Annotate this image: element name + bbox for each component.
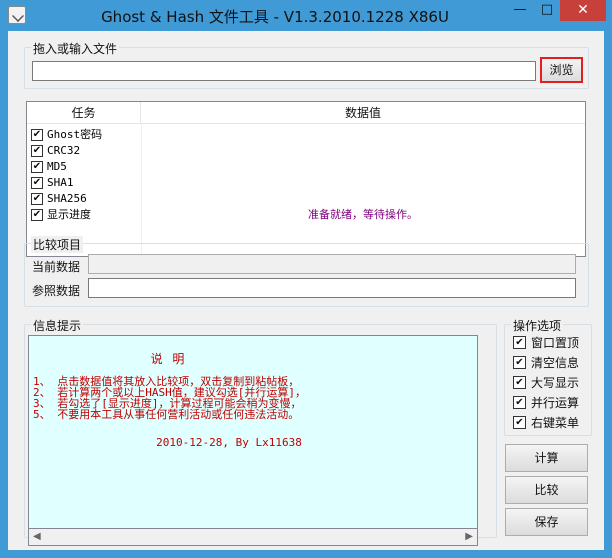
- window-title: Ghost & Hash 文件工具 - V1.3.2010.1228 X86U: [101, 8, 449, 26]
- hash-row-name: 显示进度: [47, 208, 91, 221]
- hash-row-sha256[interactable]: ✔ SHA256: [27, 191, 585, 207]
- reference-data-label: 参照数据: [32, 284, 81, 298]
- title-bar[interactable]: Ghost & Hash 文件工具 - V1.3.2010.1228 X86U …: [0, 0, 612, 31]
- info-date: 2010-12-28, By Lx11638: [156, 436, 302, 449]
- hash-list: 任务 数据值 ✔ Ghost密码 ✔ CRC32 ✔ MD5 ✔ SHA1 ✔ …: [26, 101, 586, 257]
- hash-row-name: SHA1: [47, 176, 74, 189]
- compare-button[interactable]: 比较: [505, 476, 588, 504]
- info-horizontal-scrollbar[interactable]: ◀ ▶: [28, 529, 478, 546]
- calculate-button[interactable]: 计算: [505, 444, 588, 472]
- app-window: Ghost & Hash 文件工具 - V1.3.2010.1228 X86U …: [0, 0, 612, 558]
- current-data-label: 当前数据: [32, 260, 81, 274]
- hash-row-name: Ghost密码: [47, 128, 103, 141]
- scroll-right-icon[interactable]: ▶: [465, 531, 473, 542]
- hash-list-header: 任务 数据值: [27, 102, 585, 124]
- compare-group-label: 比较项目: [31, 236, 84, 253]
- option-checkbox[interactable]: ✔: [513, 376, 526, 389]
- minimize-button[interactable]: —: [506, 0, 534, 21]
- info-textbox[interactable]: 说 明 1、 点击数据值将其放入比较项，双击复制到粘帖板， 2、 若计算两个或以…: [28, 335, 478, 529]
- hash-row-checkbox[interactable]: ✔: [31, 129, 43, 141]
- close-button[interactable]: ✕: [560, 0, 606, 21]
- hash-row-crc32[interactable]: ✔ CRC32: [27, 143, 585, 159]
- client-area: 拖入或输入文件 浏览 任务 数据值 ✔ Ghost密码 ✔ CRC32 ✔ MD…: [8, 31, 604, 550]
- option-label: 大写显示: [531, 376, 580, 390]
- hash-row-checkbox[interactable]: ✔: [31, 209, 43, 221]
- option-label: 清空信息: [531, 356, 580, 370]
- hash-row-checkbox[interactable]: ✔: [31, 177, 43, 189]
- hash-row-name: MD5: [47, 160, 67, 173]
- option-label: 右键菜单: [531, 416, 580, 430]
- browse-button[interactable]: 浏览: [540, 57, 583, 83]
- hash-row-name: SHA256: [47, 192, 87, 205]
- hash-row-name: CRC32: [47, 144, 81, 157]
- reference-data-input[interactable]: [88, 278, 576, 298]
- info-title: 说 明: [150, 352, 188, 366]
- info-line: 5、 不要用本工具从事任何营利活动或任何违法活动。: [33, 408, 300, 421]
- file-path-input[interactable]: [32, 61, 536, 81]
- option-label: 窗口置顶: [531, 336, 580, 350]
- hash-row-checkbox[interactable]: ✔: [31, 193, 43, 205]
- header-value[interactable]: 数据值: [141, 102, 585, 124]
- hash-row-md5[interactable]: ✔ MD5: [27, 159, 585, 175]
- option-checkbox[interactable]: ✔: [513, 356, 526, 369]
- info-group-label: 信息提示: [31, 317, 84, 334]
- hash-row-checkbox[interactable]: ✔: [31, 161, 43, 173]
- option-label: 并行运算: [531, 396, 580, 410]
- options-group-label: 操作选项: [511, 317, 564, 334]
- hash-row-sha1[interactable]: ✔ SHA1: [27, 175, 585, 191]
- option-checkbox[interactable]: ✔: [513, 396, 526, 409]
- hash-row-checkbox[interactable]: ✔: [31, 145, 43, 157]
- hash-row-ghost[interactable]: ✔ Ghost密码: [27, 127, 585, 143]
- hash-row-progress[interactable]: ✔ 显示进度 准备就绪，等待操作。: [27, 207, 585, 223]
- current-data-field: [88, 254, 576, 274]
- app-icon[interactable]: [8, 6, 26, 24]
- option-checkbox[interactable]: ✔: [513, 336, 526, 349]
- file-group-label: 拖入或输入文件: [31, 40, 120, 57]
- maximize-button[interactable]: □: [534, 0, 560, 21]
- status-text: 准备就绪，等待操作。: [308, 208, 418, 221]
- option-checkbox[interactable]: ✔: [513, 416, 526, 429]
- header-task[interactable]: 任务: [27, 102, 141, 124]
- save-button[interactable]: 保存: [505, 508, 588, 536]
- scroll-left-icon[interactable]: ◀: [33, 531, 41, 542]
